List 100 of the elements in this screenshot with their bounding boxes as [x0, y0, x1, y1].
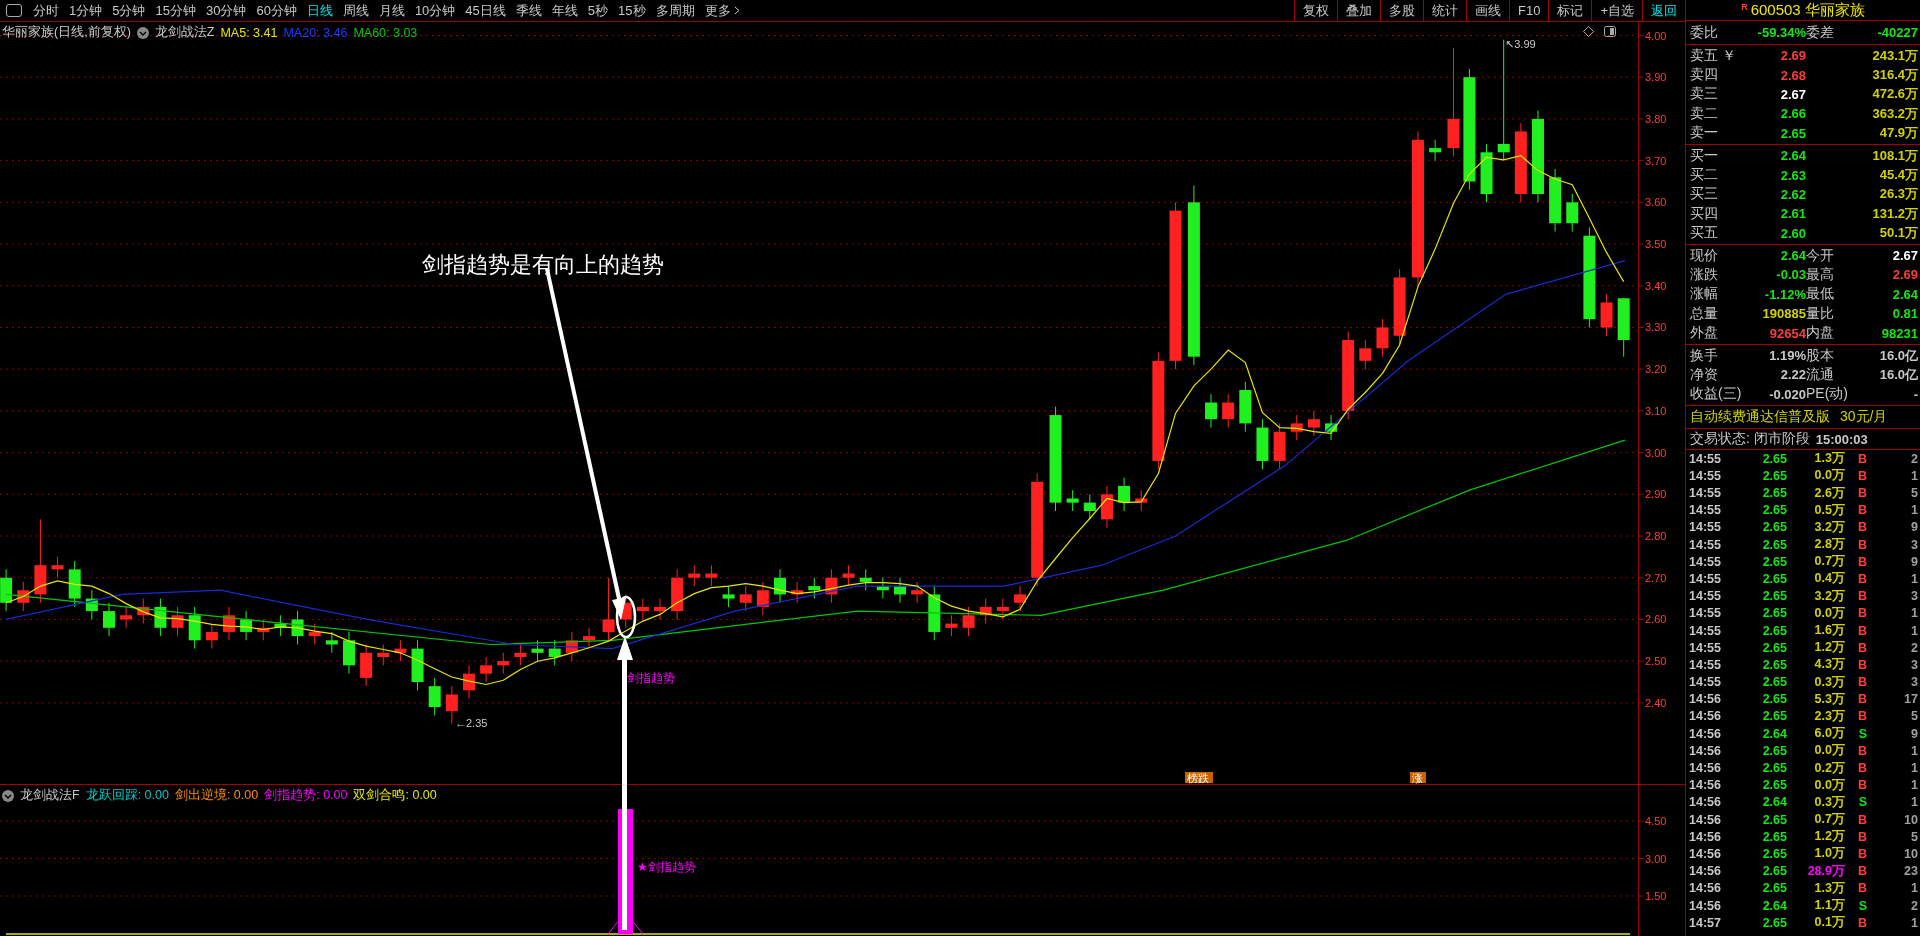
trade-count: 5	[1910, 829, 1918, 844]
axis-tick-label: 3.70	[1645, 154, 1667, 167]
period-tab[interactable]: 30分钟	[200, 0, 252, 21]
formula-name: 龙剑战法Z	[154, 24, 215, 41]
trade-count: 10	[1903, 812, 1918, 827]
toolbar-button[interactable]: 多股	[1380, 0, 1423, 21]
period-tab[interactable]: 15秒	[613, 0, 651, 21]
period-tab[interactable]: 5分钟	[107, 0, 151, 21]
trade-side: B	[1856, 468, 1867, 483]
indicator-value: 龙跃回踩: 0.00	[85, 787, 169, 804]
trade-volume: 0.5万	[1813, 501, 1845, 519]
trade-time: 14:56	[1689, 846, 1722, 861]
period-tab[interactable]: 1分钟	[64, 0, 108, 21]
trade-price: 2.65	[1761, 623, 1787, 638]
toolbar-button[interactable]: +自选	[1591, 0, 1642, 21]
field-label: 内盘	[1806, 324, 1835, 343]
period-tab[interactable]: 60分钟	[251, 0, 302, 21]
field-label: PE(动)	[1806, 385, 1849, 404]
trade-price: 2.64	[1761, 726, 1787, 741]
trade-volume: 6.0万	[1813, 725, 1845, 743]
trade-time: 14:56	[1689, 881, 1722, 896]
period-tab[interactable]: 5秒	[582, 0, 614, 21]
field-value: 1.19%	[1768, 348, 1806, 364]
field-label: 最低	[1806, 285, 1835, 304]
trade-volume: 4.3万	[1813, 656, 1845, 674]
trade-count: 5	[1910, 486, 1918, 500]
level-price: 2.65	[1779, 125, 1806, 141]
period-tab[interactable]: 10分钟	[409, 0, 461, 21]
trade-price: 2.65	[1761, 468, 1787, 483]
field-value: -1.12%	[1763, 286, 1806, 302]
dropdown-icon[interactable]	[136, 26, 149, 39]
period-tab[interactable]: 月线	[373, 0, 410, 21]
axis-tick-label: 2.90	[1645, 488, 1667, 501]
trade-price: 2.65	[1761, 486, 1787, 500]
formula-name: 龙剑战法F	[20, 787, 80, 804]
toolbar-button[interactable]: 画线	[1466, 0, 1509, 21]
field-label: 最高	[1806, 266, 1835, 284]
level-volume: 363.2万	[1871, 104, 1918, 123]
level-label: 买五	[1690, 224, 1719, 243]
level-label: 卖二	[1690, 104, 1719, 123]
level-price: 2.60	[1779, 225, 1806, 241]
period-tab[interactable]: 年线	[546, 0, 583, 21]
axis-tick-label: 3.60	[1645, 196, 1667, 209]
toolbar-button[interactable]: 叠加	[1337, 0, 1380, 21]
period-tab[interactable]: 多周期	[650, 0, 700, 21]
trade-volume: 5.3万	[1813, 690, 1845, 708]
diamond-icon[interactable]	[1583, 26, 1594, 37]
trade-volume: 0.0万	[1813, 467, 1845, 485]
toolbar-button[interactable]: 返回	[1642, 0, 1685, 21]
period-tab[interactable]: 周线	[337, 0, 374, 21]
trade-count: 2	[1910, 898, 1918, 913]
period-tab[interactable]: 日线	[301, 0, 338, 21]
toolbar-button[interactable]: 标记	[1548, 0, 1592, 21]
trade-status: 交易状态: 闭市阶段	[1690, 430, 1810, 449]
sidebar-toggle-icon[interactable]	[6, 4, 22, 17]
trade-price: 2.65	[1761, 864, 1787, 879]
trade-price: 2.65	[1761, 761, 1787, 775]
toolbar-button[interactable]: 复权	[1294, 0, 1337, 21]
field-value: 2.69	[1891, 267, 1918, 283]
trade-volume: 1.6万	[1813, 622, 1845, 639]
period-tab[interactable]: 15分钟	[150, 0, 201, 21]
trade-price: 2.65	[1761, 743, 1787, 758]
period-tab[interactable]: 45日线	[460, 0, 511, 21]
trade-side: B	[1856, 451, 1867, 466]
axis-tick-label: 4.50	[1645, 815, 1667, 827]
trade-count: 17	[1903, 692, 1918, 707]
axis-tick-label: 1.50	[1645, 890, 1667, 902]
field-value: -	[1912, 386, 1918, 402]
dropdown-icon[interactable]	[2, 789, 14, 802]
trade-count: 9	[1910, 726, 1918, 741]
peak-marker	[607, 918, 644, 935]
status-time: 15:00:03	[1815, 431, 1868, 447]
trade-side: B	[1856, 761, 1867, 775]
trade-count: 1	[1910, 915, 1918, 930]
indicator-value: 剑指趋势: 0.00	[264, 787, 348, 804]
level-price: 2.66	[1779, 106, 1806, 122]
trade-side: B	[1856, 709, 1867, 724]
trade-time: 14:55	[1689, 486, 1722, 500]
trade-side: S	[1857, 898, 1867, 913]
period-tab[interactable]: 分时	[28, 0, 64, 21]
trade-time: 14:55	[1689, 623, 1722, 638]
trade-count: 10	[1903, 846, 1918, 861]
more-button[interactable]: 更多	[699, 0, 745, 21]
field-value: 92654	[1768, 325, 1806, 341]
period-tab[interactable]: 季线	[510, 0, 547, 21]
panel-toggle-icon[interactable]	[1604, 26, 1616, 37]
trade-price: 2.65	[1761, 520, 1787, 535]
field-value: 16.0亿	[1878, 365, 1918, 384]
trade-price: 2.65	[1761, 881, 1787, 896]
trade-count: 1	[1910, 623, 1918, 638]
trade-side: B	[1856, 571, 1867, 586]
toolbar-button[interactable]: F10	[1509, 0, 1549, 21]
level-volume: 316.4万	[1871, 66, 1918, 85]
trade-volume: 1.0万	[1813, 845, 1845, 863]
trade-time: 14:57	[1689, 915, 1722, 930]
promo-link[interactable]: 自动续费通达信普及版	[1690, 408, 1830, 427]
field-value: -0.03	[1775, 267, 1806, 283]
trade-volume: 0.1万	[1813, 914, 1845, 932]
toolbar-button[interactable]: 统计	[1423, 0, 1466, 21]
axis-tick-label: 3.80	[1645, 112, 1667, 125]
